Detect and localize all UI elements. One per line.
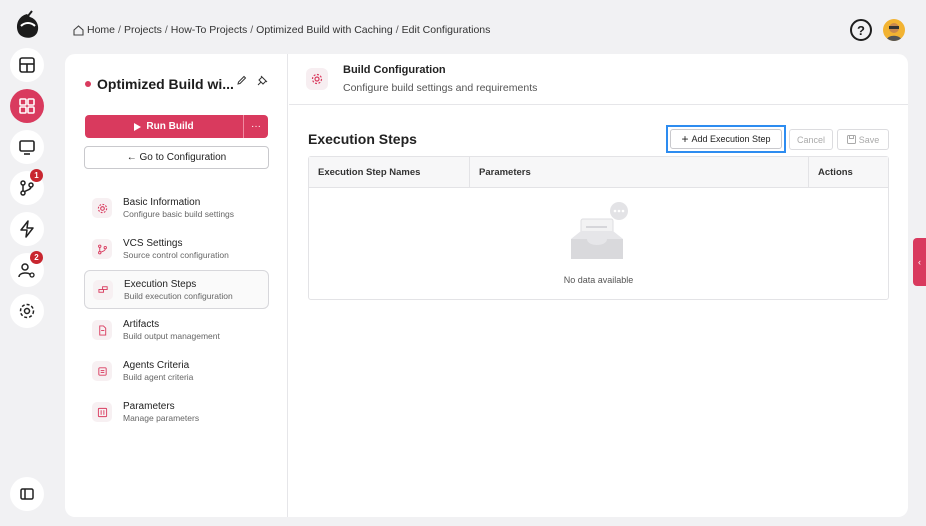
run-build-button[interactable]: Run Build [85,115,244,138]
breadcrumb-separator: / [250,24,254,36]
lightning-icon [20,220,34,238]
breadcrumb-project[interactable]: Optimized Build with Caching [256,24,393,36]
settings-icon [19,303,35,319]
nav-item-execution-steps[interactable]: Execution Steps Build execution configura… [84,270,269,309]
project-title: Optimized Build wi... [97,76,234,92]
sidebar-toggle-icon [20,488,34,500]
gear-icon [311,73,323,85]
avatar[interactable] [883,19,905,41]
breadcrumb-home[interactable]: Home [87,24,115,36]
breadcrumb: Home / Projects / How-To Projects / Opti… [73,24,490,36]
nav-label: Parameters [123,401,175,412]
monitor-icon [19,140,35,155]
nav-sublabel: Build execution configuration [124,290,233,301]
dashboard-nav-button[interactable] [10,48,44,82]
agents-nav-button[interactable]: 2 [10,251,44,287]
nav-label: Agents Criteria [123,360,190,371]
config-sidebar: Optimized Build wi... Run Build ··· ← Go… [65,54,288,517]
nav-sublabel: Source control configuration [123,250,229,260]
projects-icon [19,98,35,114]
run-build-label: Run Build [146,121,194,132]
nav-label: VCS Settings [123,238,183,249]
pin-icon[interactable] [257,75,268,86]
breadcrumb-how-to-projects[interactable]: How-To Projects [171,24,247,36]
avatar-icon [886,23,902,41]
breadcrumb-separator: / [395,24,399,36]
logo-icon[interactable] [12,10,42,42]
nav-item-agents-criteria[interactable]: Agents Criteria Build agent criteria [84,351,269,391]
agents-badge: 2 [30,251,43,264]
status-dot [85,81,91,87]
execution-steps-table: Execution Step Names Parameters Actions … [308,156,889,300]
empty-inbox-icon [570,202,628,259]
nav-item-artifacts[interactable]: Artifacts Build output management [84,310,269,350]
sidebar-toggle-button[interactable] [10,477,44,511]
config-title: Build Configuration [343,64,446,76]
steps-icon [97,286,108,293]
lightning-nav-button[interactable] [10,212,44,246]
help-icon: ? [857,22,865,38]
file-icon [98,324,106,336]
monitor-nav-button[interactable] [10,130,44,164]
section-title: Execution Steps [308,131,417,147]
project-title-row: Optimized Build wi... [85,76,234,92]
gear-icon [97,203,107,213]
config-header: Build Configuration Configure build sett… [289,54,908,105]
config-content: Build Configuration Configure build sett… [289,54,908,517]
breadcrumb-separator: / [118,24,121,36]
nav-sublabel: Build agent criteria [123,372,194,382]
home-icon [73,24,84,36]
save-icon [846,135,856,144]
drawer-toggle[interactable]: ‹ [913,238,926,286]
add-execution-step-focus-ring: + Add Execution Step [666,125,786,153]
agent-icon [97,366,107,376]
settings-nav-button[interactable] [10,294,44,328]
column-header-step-names[interactable]: Execution Step Names [309,157,470,187]
play-icon [134,122,142,131]
breadcrumb-current: Edit Configurations [401,24,491,36]
branch-icon [97,244,107,254]
cancel-button[interactable]: Cancel [789,129,833,150]
branch-icon [20,180,34,196]
nav-sublabel: Manage parameters [123,413,200,423]
nav-sublabel: Build output management [123,331,220,341]
parameters-icon [97,407,107,417]
add-execution-step-button[interactable]: + Add Execution Step [670,129,782,149]
nav-label: Basic Information [123,197,201,208]
edit-icon[interactable] [236,75,247,86]
go-to-configuration-button[interactable]: ← Go to Configuration [84,146,269,169]
plus-icon: + [681,132,689,146]
add-execution-step-label: Add Execution Step [691,134,771,144]
column-header-actions: Actions [818,166,853,178]
vcs-nav-button[interactable]: 1 [10,169,44,205]
nav-sublabel: Configure basic build settings [123,209,235,219]
nav-label: Artifacts [123,319,160,330]
run-options-button[interactable]: ··· [244,115,268,138]
nav-label: Execution Steps [124,278,197,290]
vcs-badge: 1 [30,169,43,182]
nav-item-vcs-settings[interactable]: VCS Settings Source control configuration [84,229,269,269]
run-build-button-group: Run Build ··· [85,115,268,138]
left-rail: 1 2 [0,0,52,526]
empty-state: No data available [309,201,888,285]
empty-state-text: No data available [563,275,634,285]
nav-item-basic-information[interactable]: Basic Information Configure basic build s… [84,188,269,228]
chevron-left-icon: ‹ [918,257,921,267]
projects-nav-button[interactable] [10,89,44,123]
help-button[interactable]: ? [850,19,872,41]
column-header-parameters[interactable]: Parameters [470,157,809,187]
table-header: Execution Step Names Parameters Actions [309,157,888,188]
save-label: Save [858,134,880,145]
breadcrumb-separator: / [164,24,168,36]
breadcrumb-projects[interactable]: Projects [124,24,162,36]
agents-icon [18,263,35,278]
config-subtitle: Configure build settings and requirement… [343,82,538,94]
save-button[interactable]: Save [837,129,889,150]
dashboard-icon [19,57,35,73]
nav-item-parameters[interactable]: Parameters Manage parameters [84,392,269,432]
main-panel: Optimized Build wi... Run Build ··· ← Go… [65,54,908,517]
config-nav: Basic Information Configure basic build s… [84,188,269,433]
